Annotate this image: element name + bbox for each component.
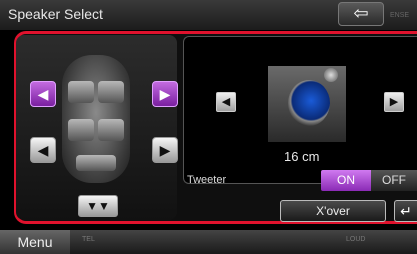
page-title: Speaker Select [8,6,103,22]
speaker-left-icon: ◀ [37,142,49,158]
speaker-image [268,66,346,142]
corner-text: ENSE [390,12,410,19]
xover-button[interactable]: X'over [280,200,386,222]
woofer-icon [288,80,330,126]
seat-rear-bench [76,155,116,171]
return-icon: ↵ [400,203,412,219]
back-button[interactable]: ⇦ [338,2,384,26]
speaker-left-icon: ◀ [37,86,49,102]
car-speaker-panel: ◀ ▶ ◀ ▶ ▼▼ [16,35,178,220]
speaker-right-icon: ▶ [159,142,171,158]
tel-indicator: TEL [82,236,95,243]
seat-front-right [98,81,124,103]
front-left-speaker-button[interactable]: ◀ [30,81,56,107]
return-button[interactable]: ↵ [394,200,417,222]
front-right-speaker-button[interactable]: ▶ [152,81,178,107]
seat-rear-left [68,119,94,141]
speaker-size-label: 16 cm [284,149,320,164]
tweeter-on-button[interactable]: ON [321,170,371,191]
seat-rear-right [98,119,124,141]
arrow-right-icon: ▶ [389,96,399,108]
subwoofer-icon: ▼▼ [86,199,110,213]
title-bar: Speaker Select ⇦ ENSE [0,0,417,30]
tweeter-label: Tweeter [187,174,227,186]
back-arrow-icon: ⇦ [353,3,369,23]
loud-indicator: LOUD [346,236,366,243]
tweeter-off-button[interactable]: OFF [371,170,417,191]
menu-button[interactable]: Menu [0,230,70,254]
rear-right-speaker-button[interactable]: ▶ [152,137,178,163]
size-next-button[interactable]: ▶ [384,92,404,112]
size-prev-button[interactable]: ◀ [216,92,236,112]
seat-front-left [68,81,94,103]
speaker-right-icon: ▶ [159,86,171,102]
tweeter-icon [324,68,338,82]
subwoofer-button[interactable]: ▼▼ [78,195,118,217]
car-image [62,55,130,183]
arrow-left-icon: ◀ [221,96,231,108]
rear-left-speaker-button[interactable]: ◀ [30,137,56,163]
